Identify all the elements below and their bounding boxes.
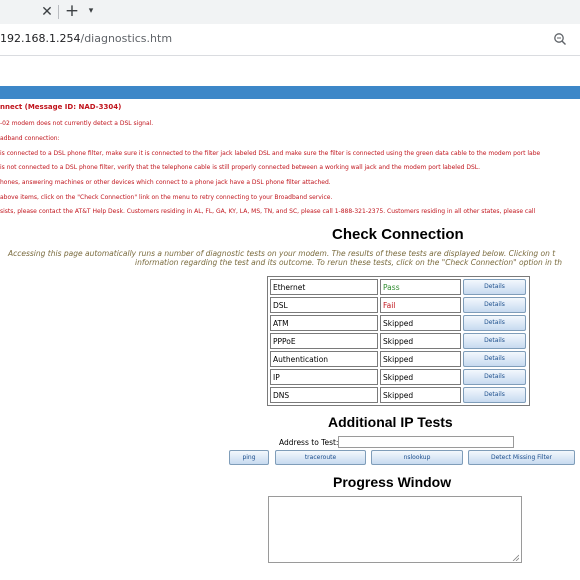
test-name: Ethernet [270,279,378,295]
details-cell: Details [463,297,527,313]
test-row: IP Skipped Details [270,369,527,385]
details-cell: Details [463,315,527,331]
test-result: Skipped [380,387,461,403]
test-name: DNS [270,387,378,403]
test-row: DSL Fail Details [270,297,527,313]
details-button[interactable]: Details [463,333,526,349]
details-cell: Details [463,369,527,385]
nslookup-button[interactable]: nslookup [371,450,463,465]
details-button[interactable]: Details [463,297,526,313]
details-cell: Details [463,387,527,403]
error-line: -02 modem does not currently detect a DS… [0,120,154,127]
test-result: Skipped [380,369,461,385]
test-row: DNS Skipped Details [270,387,527,403]
resize-grip-icon[interactable] [512,554,519,561]
traceroute-button[interactable]: traceroute [275,450,366,465]
tab-strip: ✕ + ▾ [0,0,580,24]
close-icon[interactable]: ✕ [38,3,56,21]
test-results-table: Ethernet Pass Details DSL Fail Details ATM Skip… [267,276,530,406]
address-label: Address to Test: [279,438,339,447]
test-result: Skipped [380,351,461,367]
test-row: ATM Skipped Details [270,315,527,331]
test-name: Authentication [270,351,378,367]
tab-divider [58,5,59,19]
error-line: is connected to a DSL phone filter, make… [0,150,541,157]
test-row: Authentication Skipped Details [270,351,527,367]
test-result: Pass [380,279,461,295]
zoom-icon[interactable] [553,32,567,46]
address-bar[interactable]: 192.168.1.254/diagnostics.htm [0,24,580,56]
test-row: Ethernet Pass Details [270,279,527,295]
test-name: DSL [270,297,378,313]
details-cell: Details [463,333,527,349]
progress-window-textarea[interactable] [268,496,522,563]
url-path: /diagnostics.htm [80,32,173,45]
details-button[interactable]: Details [463,279,526,295]
page-top-area [0,56,580,86]
header-bar [0,86,580,99]
details-button[interactable]: Details [463,315,526,331]
details-button[interactable]: Details [463,351,526,367]
details-button[interactable]: Details [463,387,526,403]
error-title: nnect (Message ID: NAD-3304) [0,103,122,111]
test-name: PPPoE [270,333,378,349]
additional-ip-tests-title: Additional IP Tests [328,414,453,430]
test-row: PPPoE Skipped Details [270,333,527,349]
check-connection-title: Check Connection [332,226,464,243]
plus-icon[interactable]: + [63,2,81,20]
details-button[interactable]: Details [463,369,526,385]
test-name: ATM [270,315,378,331]
check-connection-description: Accessing this page automatically runs a… [8,249,556,258]
chevron-down-icon[interactable]: ▾ [84,3,98,19]
test-name: IP [270,369,378,385]
ping-button[interactable]: ping [229,450,269,465]
check-connection-description: information regarding the test and its o… [135,258,562,267]
url-host: 192.168.1.254 [0,32,81,45]
error-line: hones, answering machines or other devic… [0,179,331,186]
error-line: adband connection: [0,135,60,142]
details-cell: Details [463,351,527,367]
url-text[interactable]: 192.168.1.254/diagnostics.htm [0,32,172,45]
test-result: Fail [380,297,461,313]
error-line: is not connected to a DSL phone filter, … [0,164,481,171]
test-result: Skipped [380,315,461,331]
error-line: sists, please contact the AT&T Help Desk… [0,208,536,215]
test-result: Skipped [380,333,461,349]
error-line: above items, click on the "Check Connect… [0,194,333,201]
detect-missing-filter-button[interactable]: Detect Missing Filter [468,450,575,465]
address-input[interactable] [338,436,514,448]
progress-window-title: Progress Window [333,474,452,490]
details-cell: Details [463,279,527,295]
